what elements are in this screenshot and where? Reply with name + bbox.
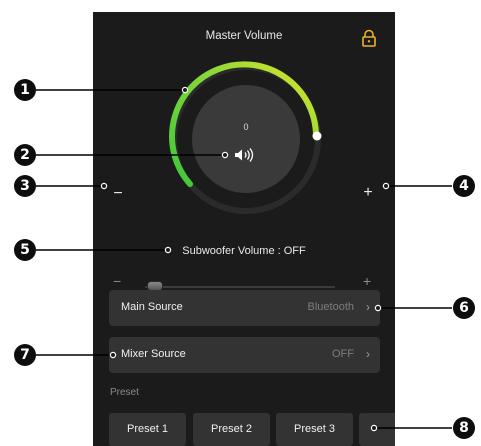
callout-badge: 6 <box>453 297 475 319</box>
callout-badge: 3 <box>14 175 36 197</box>
callout-badge: 7 <box>14 344 36 366</box>
callout-badge: 4 <box>453 175 475 197</box>
callout-badge: 2 <box>14 144 36 166</box>
callout-badge: 5 <box>14 239 36 261</box>
callout-badge: 1 <box>14 79 36 101</box>
callout-badge: 8 <box>453 417 475 439</box>
callout-lines <box>36 86 452 432</box>
